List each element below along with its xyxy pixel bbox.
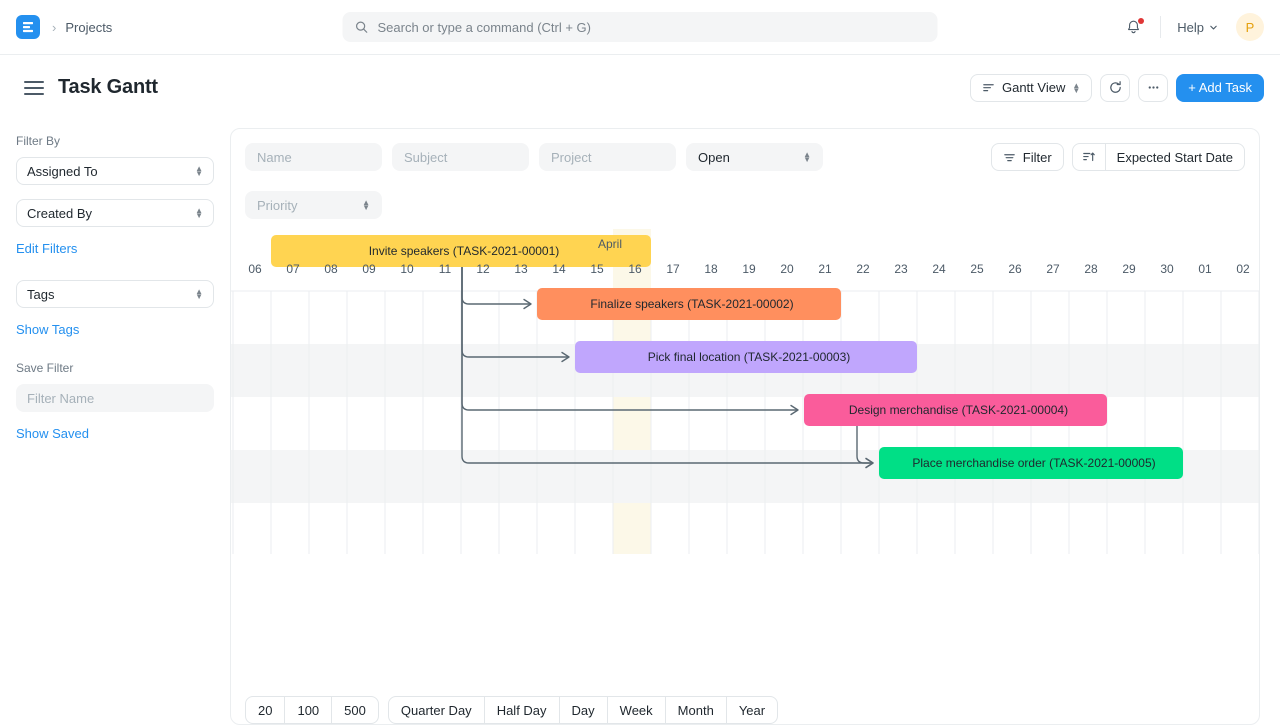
page-title: Task Gantt	[58, 76, 158, 98]
view-switcher-button[interactable]: Gantt View ▲ ▼	[969, 73, 1093, 102]
chevron-updown-icon: ▲ ▼	[195, 287, 203, 301]
name-filter-input[interactable]: Name	[245, 143, 382, 171]
search-icon	[355, 21, 368, 33]
subject-filter-input[interactable]: Subject	[392, 143, 529, 171]
page-size-20[interactable]: 20	[246, 697, 286, 723]
chevron-updown-icon: ▲ ▼	[362, 198, 370, 212]
main-content: Name Subject Project Open ▲ ▼ Filter Exp…	[230, 120, 1280, 725]
page-size-group[interactable]: 20 100 500	[245, 696, 379, 724]
show-saved-link[interactable]: Show Saved	[16, 426, 214, 441]
tags-select[interactable]: Tags ▲ ▼	[16, 280, 214, 308]
view-mode-month[interactable]: Month	[666, 697, 727, 723]
search-input[interactable]: Search or type a command (Ctrl + G)	[378, 20, 592, 35]
created-by-label: Created By	[27, 205, 93, 221]
filter-sidebar: Filter By Assigned To ▲ ▼ Created By ▲ ▼ E…	[0, 120, 230, 719]
view-mode-day[interactable]: Day	[560, 697, 608, 723]
breadcrumb-separator-icon: ›	[52, 19, 57, 35]
save-filter-label: Save Filter	[16, 361, 74, 375]
page-header: Task Gantt Gantt View ▲ ▼ + Add Task	[0, 55, 1280, 120]
chevron-updown-icon: ▲ ▼	[195, 164, 203, 178]
gantt-footer: 20 100 500 Quarter Day Half Day Day Week Month…	[245, 696, 779, 724]
filter-button[interactable]: Filter	[990, 143, 1064, 171]
view-mode-quarter-day[interactable]: Quarter Day	[389, 697, 485, 723]
filter-name-input[interactable]: Filter Name	[16, 384, 214, 412]
add-task-button[interactable]: + Add Task	[1176, 73, 1264, 102]
gantt-view-icon	[983, 84, 994, 92]
edit-filters-link[interactable]: Edit Filters	[16, 241, 214, 256]
project-filter-input[interactable]: Project	[539, 143, 676, 171]
navbar-divider	[1160, 16, 1162, 38]
status-filter-select[interactable]: Open ▲ ▼	[686, 143, 823, 171]
gantt-card: Name Subject Project Open ▲ ▼ Filter Exp…	[230, 128, 1260, 725]
page-body: Filter By Assigned To ▲ ▼ Created By ▲ ▼ E…	[0, 120, 1280, 725]
view-mode-week[interactable]: Week	[608, 697, 666, 723]
filter-bar-right: Filter Expected Start Date	[990, 143, 1245, 171]
refresh-button[interactable]	[1100, 73, 1131, 102]
page-size-500[interactable]: 500	[332, 697, 378, 723]
help-label: Help	[1177, 19, 1204, 35]
global-search[interactable]: Search or type a command (Ctrl + G)	[342, 12, 938, 42]
chevron-updown-icon: ▲ ▼	[1072, 80, 1081, 95]
filter-icon	[1004, 153, 1015, 161]
assigned-to-select[interactable]: Assigned To ▲ ▼	[16, 157, 214, 185]
created-by-select[interactable]: Created By ▲ ▼	[16, 199, 214, 227]
navbar-right-actions: Help P	[1115, 13, 1264, 42]
user-avatar[interactable]: P	[1236, 13, 1264, 41]
tags-label: Tags	[27, 286, 55, 302]
view-mode-half-day[interactable]: Half Day	[485, 697, 560, 723]
sort-direction-button[interactable]	[1073, 144, 1106, 170]
sort-ascending-icon	[1082, 152, 1095, 162]
notifications-button[interactable]	[1115, 13, 1152, 42]
page-header-actions: Gantt View ▲ ▼ + Add Task	[969, 73, 1264, 102]
help-menu[interactable]: Help	[1169, 14, 1226, 41]
sidebar-toggle-icon[interactable]	[24, 80, 44, 95]
priority-filter-select[interactable]: Priority ▲ ▼	[245, 191, 382, 219]
priority-filter-value: Priority	[257, 197, 298, 213]
sort-field-label[interactable]: Expected Start Date	[1106, 144, 1244, 170]
status-filter-value: Open	[698, 149, 730, 165]
refresh-icon	[1110, 81, 1121, 93]
filter-by-label: Filter By	[16, 134, 61, 148]
app-logo-icon[interactable]	[16, 15, 40, 39]
chevron-updown-icon: ▲ ▼	[803, 150, 811, 164]
more-menu-button[interactable]	[1138, 73, 1169, 102]
breadcrumb-projects[interactable]: Projects	[65, 20, 112, 35]
filter-bar: Name Subject Project Open ▲ ▼ Filter Exp…	[231, 129, 1259, 225]
gantt-chart[interactable]: 06 07 08 09 10 11 12 13 14 15 16 17 18 19 20 21 22 23 24 25…	[231, 229, 1259, 554]
page-size-100[interactable]: 100	[285, 697, 333, 723]
show-tags-link[interactable]: Show Tags	[16, 322, 214, 337]
sort-control[interactable]: Expected Start Date	[1071, 143, 1245, 171]
view-switcher-label: Gantt View	[1001, 80, 1066, 95]
gantt-canvas	[231, 229, 1259, 554]
add-task-label: + Add Task	[1188, 80, 1252, 95]
top-navbar: › Projects Search or type a command (Ctr…	[0, 0, 1280, 55]
view-mode-year[interactable]: Year	[727, 697, 777, 723]
view-mode-group[interactable]: Quarter Day Half Day Day Week Month Year	[387, 696, 779, 724]
chevron-updown-icon: ▲ ▼	[195, 206, 203, 220]
assigned-to-label: Assigned To	[27, 163, 98, 179]
notification-badge-dot	[1138, 17, 1145, 24]
chevron-down-icon	[1210, 25, 1217, 29]
ellipsis-icon	[1148, 86, 1159, 89]
filter-button-label: Filter	[1022, 149, 1052, 165]
